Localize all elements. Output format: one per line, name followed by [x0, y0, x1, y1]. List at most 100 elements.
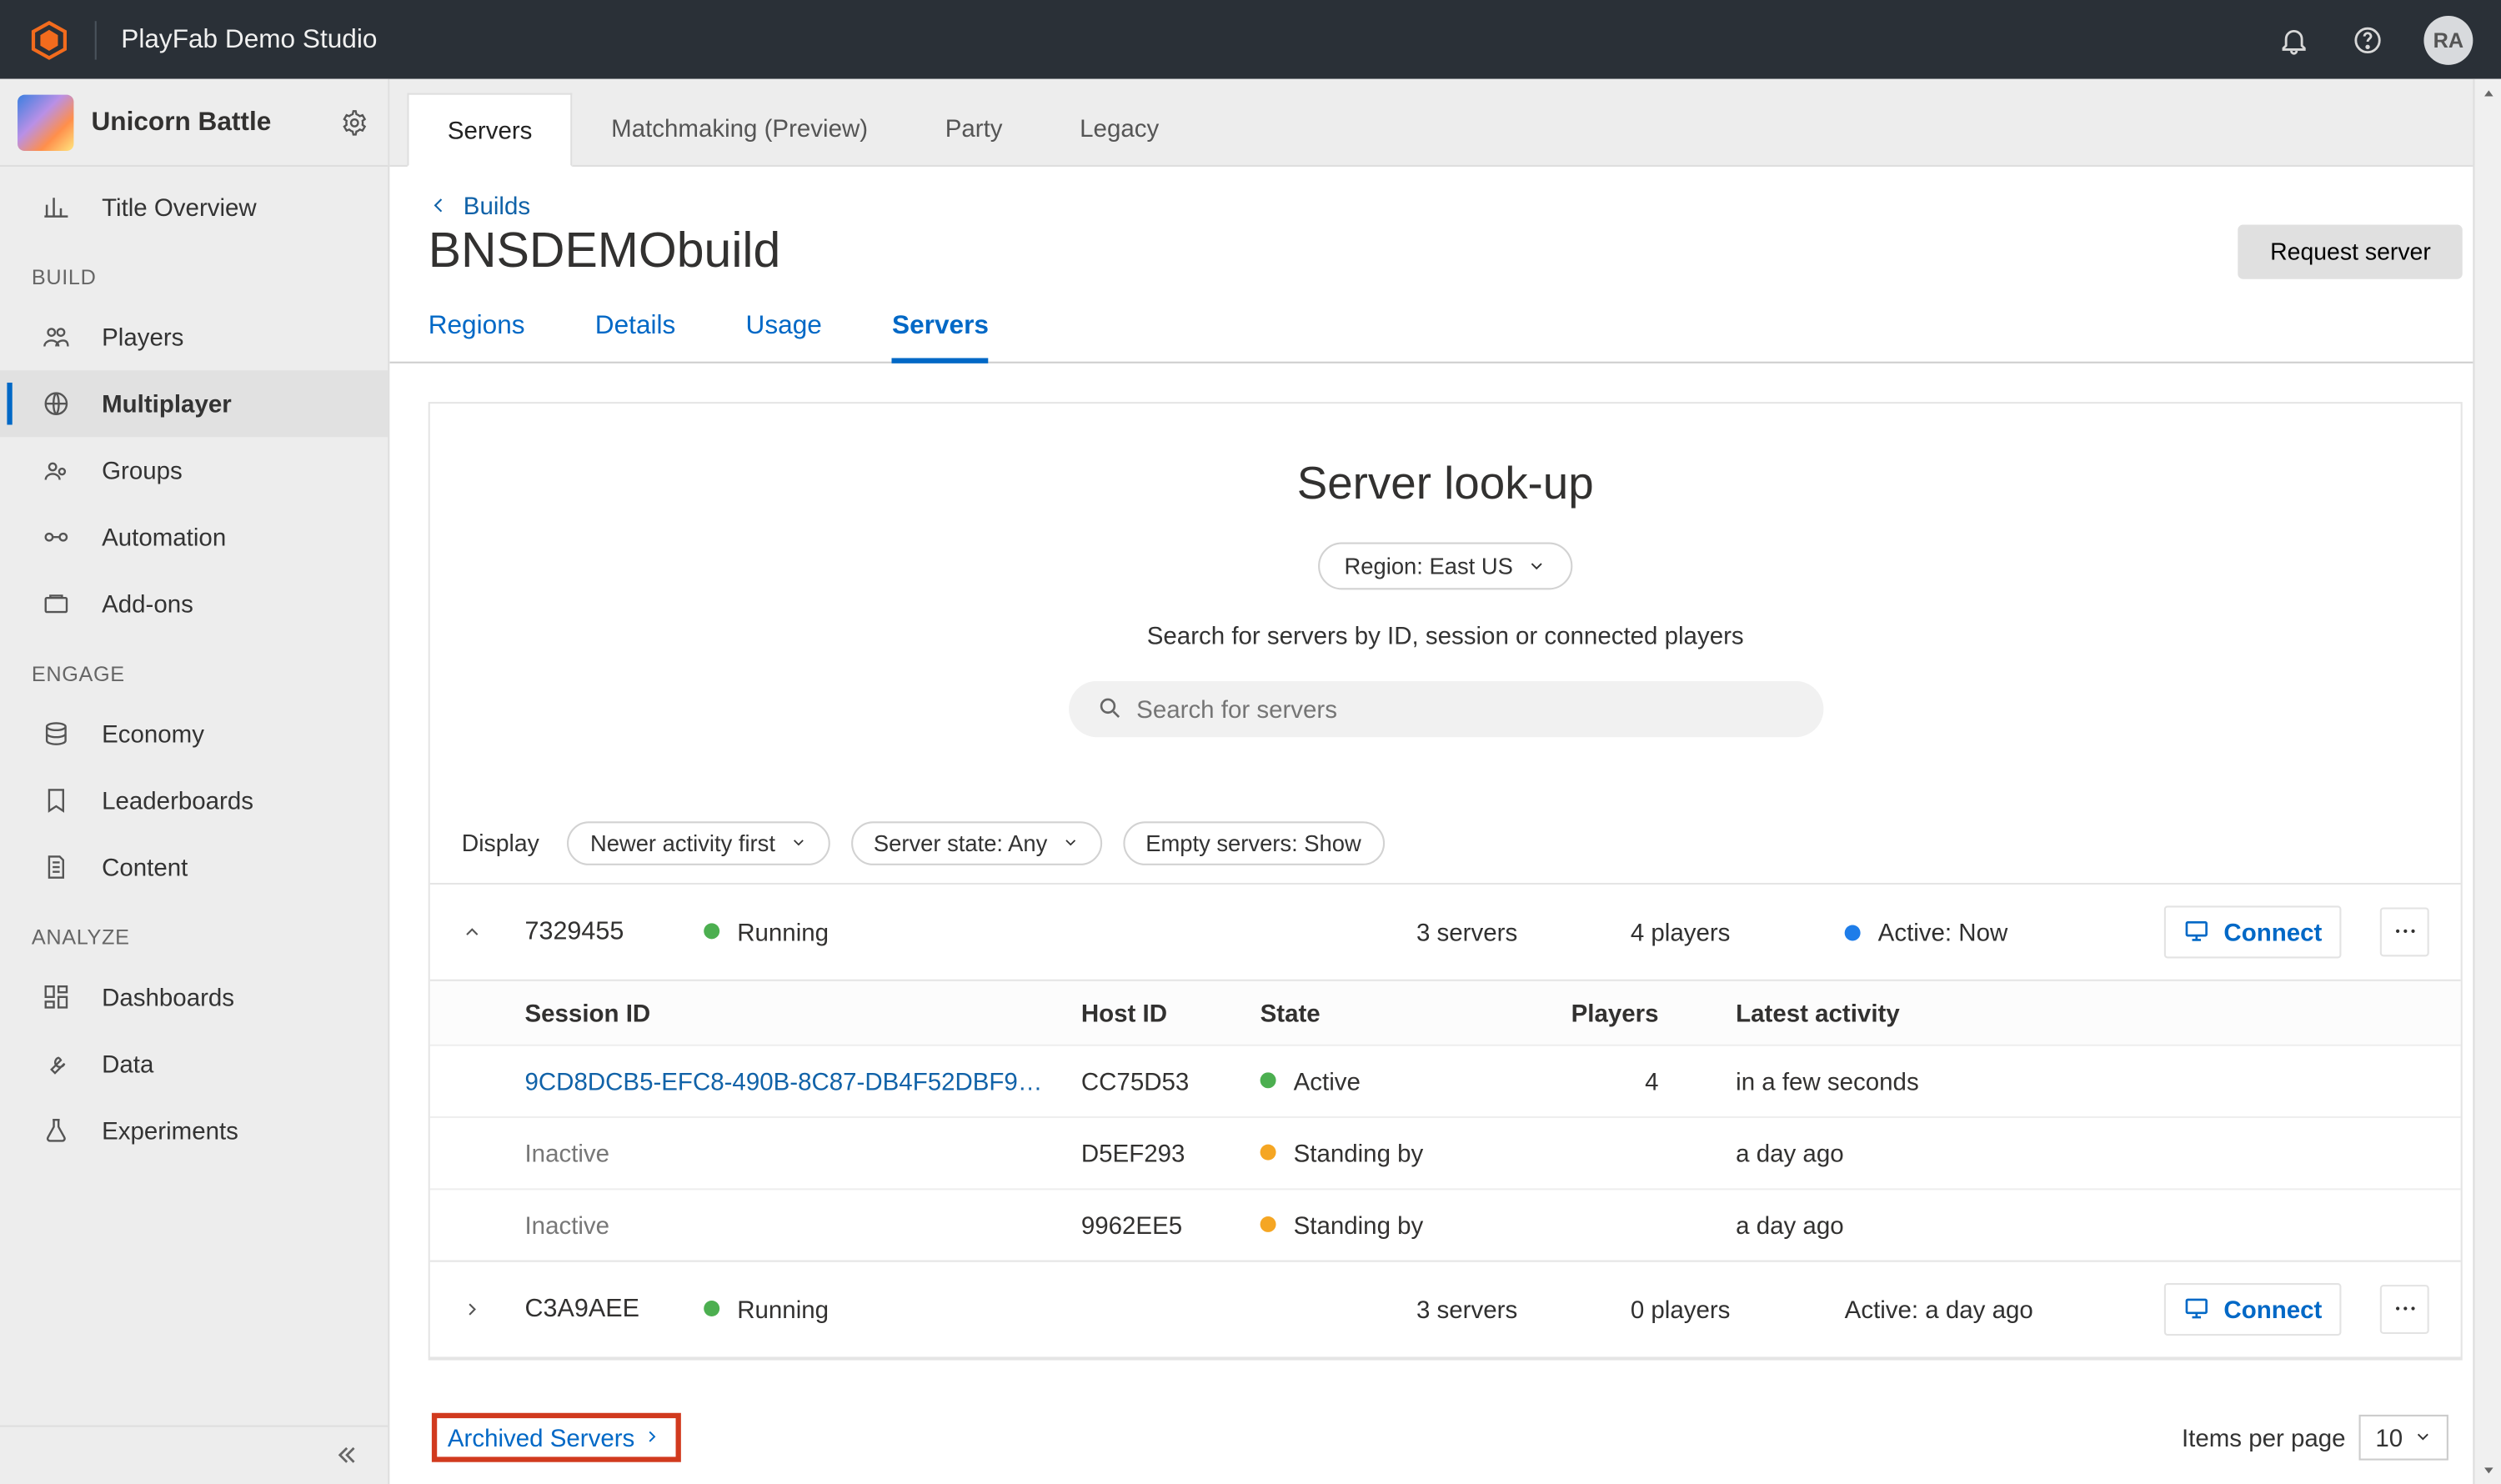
nav-addons[interactable]: Add-ons [0, 570, 388, 637]
tab-legacy[interactable]: Legacy [1041, 91, 1198, 164]
session-id-inactive: Inactive [524, 1211, 1042, 1239]
sub-tabs: Regions Details Usage Servers [389, 279, 2501, 363]
chevron-down-icon [789, 834, 807, 851]
display-label: Display [462, 830, 539, 856]
nav-players[interactable]: Players [0, 303, 388, 370]
filter-bar: Display Newer activity first Server stat… [430, 803, 2461, 882]
nav-dashboards[interactable]: Dashboards [0, 964, 388, 1030]
host-id: CC75D53 [1081, 1066, 1221, 1095]
nav-label: Experiments [102, 1116, 238, 1145]
session-row: Inactive D5EF293 Standing by a day ago [430, 1116, 2461, 1187]
col-session: Session ID [524, 998, 1042, 1026]
sort-filter[interactable]: Newer activity first [568, 820, 830, 865]
chevron-down-icon [1061, 834, 1079, 851]
server-group-row: 7329455 Running 3 servers 4 players Acti… [430, 882, 2461, 979]
group-servers: 3 servers [1416, 1295, 1592, 1323]
game-name: Unicorn Battle [91, 107, 321, 137]
scrollbar[interactable] [2473, 79, 2501, 1484]
topbar-divider [95, 20, 97, 58]
subtab-usage[interactable]: Usage [746, 311, 822, 361]
nav-label: Add-ons [102, 589, 193, 618]
subtab-servers[interactable]: Servers [892, 311, 989, 363]
nav-label: Players [102, 323, 183, 351]
user-avatar[interactable]: RA [2423, 15, 2473, 64]
subtab-regions[interactable]: Regions [429, 311, 525, 361]
automation-icon [43, 523, 74, 551]
session-latest: in a few seconds [1697, 1066, 2429, 1095]
group-status: Running [737, 917, 829, 945]
nav-section-engage: ENGAGE [0, 637, 388, 700]
game-header[interactable]: Unicorn Battle [0, 79, 388, 167]
session-latest: a day ago [1697, 1211, 2429, 1239]
dashboard-icon [43, 983, 74, 1011]
tab-servers[interactable]: Servers [407, 93, 572, 167]
nav-groups[interactable]: Groups [0, 437, 388, 504]
state-filter[interactable]: Server state: Any [851, 820, 1102, 865]
more-button[interactable] [2380, 1284, 2429, 1333]
group-id: C3A9AEE [524, 1295, 664, 1323]
nav-label: Economy [102, 719, 204, 748]
content: Builds BNSDEMObuild Request server Regio… [389, 167, 2501, 1484]
nav-label: Data [102, 1050, 153, 1078]
wrench-icon [43, 1050, 74, 1078]
session-id-link[interactable]: 9CD8DCB5-EFC8-490B-8C87-DB4F52DBF9… [524, 1066, 1042, 1095]
nav-label: Multiplayer [102, 389, 232, 418]
region-label: Region: East US [1345, 552, 1513, 579]
connect-button[interactable]: Connect [2164, 905, 2342, 957]
players-icon [43, 323, 74, 351]
tab-party[interactable]: Party [906, 91, 1040, 164]
empty-filter[interactable]: Empty servers: Show [1123, 820, 1384, 865]
expand-toggle[interactable] [462, 1298, 486, 1319]
request-server-button[interactable]: Request server [2238, 223, 2463, 278]
nav-data[interactable]: Data [0, 1030, 388, 1097]
session-players: 4 [1553, 1066, 1658, 1095]
status-dot-icon [704, 1301, 719, 1316]
collapse-sidebar-button[interactable] [0, 1424, 388, 1484]
studio-name[interactable]: PlayFab Demo Studio [121, 24, 377, 54]
perpage-select[interactable]: 10 [2359, 1414, 2448, 1460]
top-tabs: Servers Matchmaking (Preview) Party Lega… [389, 79, 2501, 167]
session-table-header: Session ID Host ID State Players Latest … [430, 979, 2461, 1044]
connect-button[interactable]: Connect [2164, 1282, 2342, 1335]
lookup-subtitle: Search for servers by ID, session or con… [465, 620, 2426, 649]
nav-leaderboards[interactable]: Leaderboards [0, 767, 388, 834]
scroll-up-icon[interactable] [2474, 79, 2501, 111]
search-input[interactable] [1136, 694, 1794, 723]
archived-servers-link[interactable]: Archived Servers [432, 1412, 680, 1461]
col-latest: Latest activity [1697, 998, 2429, 1026]
addons-icon [43, 589, 74, 618]
session-latest: a day ago [1697, 1138, 2429, 1166]
nav-automation[interactable]: Automation [0, 504, 388, 570]
region-selector[interactable]: Region: East US [1318, 541, 1572, 589]
collapse-toggle[interactable] [462, 920, 486, 941]
monitor-icon [2183, 918, 2210, 945]
nav-section-build: BUILD [0, 240, 388, 303]
help-icon[interactable] [2350, 22, 2385, 57]
game-icon [18, 94, 73, 150]
nav-experiments[interactable]: Experiments [0, 1097, 388, 1164]
tab-matchmaking[interactable]: Matchmaking (Preview) [573, 91, 907, 164]
nav-title-overview[interactable]: Title Overview [0, 173, 388, 240]
session-row: 9CD8DCB5-EFC8-490B-8C87-DB4F52DBF9… CC75… [430, 1044, 2461, 1116]
gear-icon[interactable] [338, 106, 370, 138]
status-dot-icon [1261, 1072, 1276, 1088]
search-box[interactable] [1068, 680, 1822, 736]
topbar: PlayFab Demo Studio RA [0, 0, 2501, 79]
grid-footer: Archived Servers Items per page 10 [389, 1398, 2501, 1479]
subtab-details[interactable]: Details [595, 311, 676, 361]
session-state: Active [1294, 1066, 1361, 1095]
monitor-icon [2183, 1296, 2210, 1322]
nav-content[interactable]: Content [0, 834, 388, 900]
more-button[interactable] [2380, 906, 2429, 955]
perpage-label: Items per page [2182, 1422, 2346, 1451]
main: Servers Matchmaking (Preview) Party Lega… [389, 79, 2501, 1484]
scroll-down-icon[interactable] [2474, 1452, 2501, 1484]
session-state: Standing by [1294, 1138, 1424, 1166]
nav-economy[interactable]: Economy [0, 700, 388, 767]
nav-label: Groups [102, 456, 183, 484]
breadcrumb-back[interactable]: Builds [429, 191, 2463, 219]
search-icon [1096, 695, 1123, 722]
nav-multiplayer[interactable]: Multiplayer [0, 370, 388, 437]
nav-label: Dashboards [102, 983, 234, 1011]
notifications-icon[interactable] [2277, 22, 2312, 57]
